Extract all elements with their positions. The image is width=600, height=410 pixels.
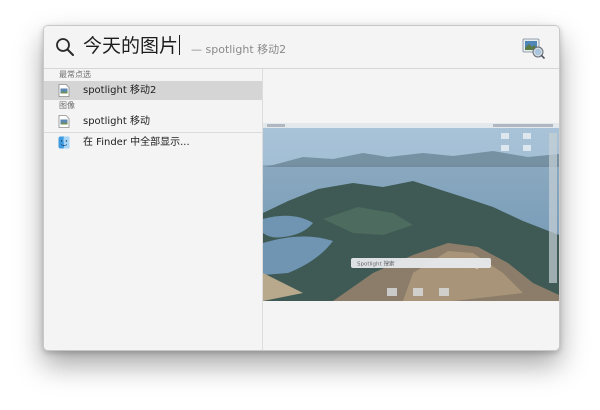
finder-icon [58, 136, 70, 149]
search-bar[interactable]: 今天的图片 — spotlight 移动2 [44, 26, 559, 69]
completion-hint: — spotlight 移动2 [191, 43, 287, 56]
result-item-spotlight-move[interactable]: spotlight 移动 [44, 112, 262, 131]
desktop-screenshot-preview: Spotlight 搜索 [263, 123, 559, 301]
spotlight-placeholder: Spotlight 搜索 [357, 260, 395, 268]
search-query-text: 今天的图片 [83, 35, 179, 57]
result-item-label: spotlight 移动2 [83, 85, 157, 96]
image-file-icon [58, 84, 70, 97]
result-item-spotlight-move-2[interactable]: spotlight 移动2 [44, 81, 262, 100]
search-input[interactable]: 今天的图片 [83, 34, 181, 58]
show-all-in-finder[interactable]: 在 Finder 中全部显示... [44, 133, 262, 152]
section-header-top-hits: 最常点选 [59, 70, 91, 79]
result-item-label: spotlight 移动 [83, 116, 150, 127]
section-header-images: 图像 [59, 101, 75, 110]
show-all-in-finder-label: 在 Finder 中全部显示... [83, 137, 190, 148]
spotlight-window: 今天的图片 — spotlight 移动2 最常点选 spotlight 移动2… [43, 25, 560, 351]
preview-pane: Spotlight 搜索 [263, 69, 559, 350]
text-caret [179, 35, 181, 55]
results-list: 最常点选 spotlight 移动2 图像 spotlight 移动 在 Fin… [44, 69, 263, 350]
image-file-icon [58, 115, 70, 128]
search-icon [56, 38, 74, 56]
preview-app-icon [522, 38, 545, 59]
